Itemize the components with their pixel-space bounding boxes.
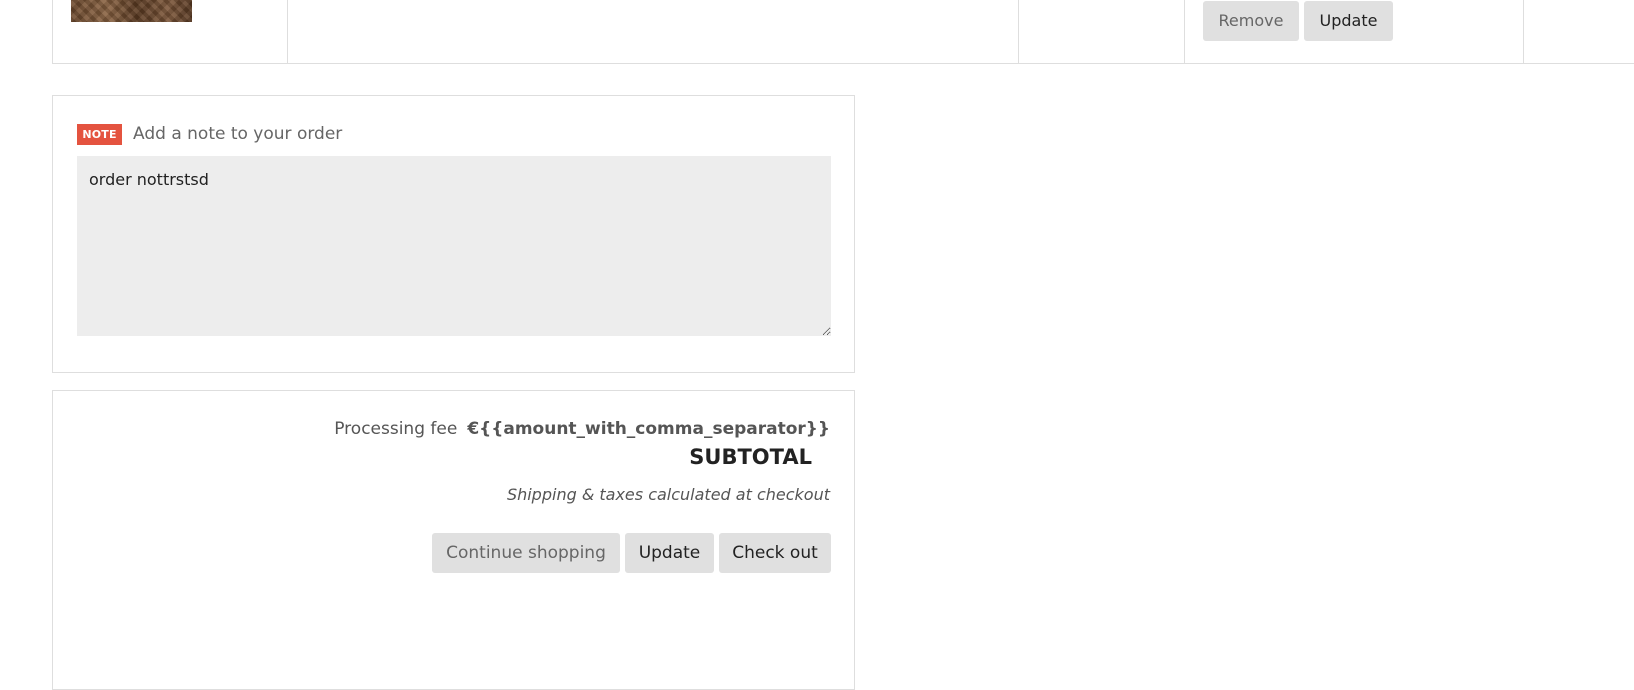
cart-row-divider	[1018, 0, 1019, 63]
update-cart-button[interactable]: Update	[625, 533, 714, 573]
processing-fee-value: €{{amount_with_comma_separator}}	[467, 419, 830, 439]
subtotal-label: SUBTOTAL	[689, 445, 812, 469]
remove-item-button[interactable]: Remove	[1203, 1, 1299, 41]
cart-row-divider	[1523, 0, 1524, 63]
product-thumbnail[interactable]	[71, 0, 192, 22]
order-note-section: NOTE Add a note to your order order nott…	[52, 95, 855, 373]
order-note-label: Add a note to your order	[133, 124, 343, 144]
order-note-textarea[interactable]: order nottrstsd	[77, 156, 831, 336]
cart-row-divider	[1184, 0, 1185, 63]
checkout-button[interactable]: Check out	[719, 533, 831, 573]
continue-shopping-button[interactable]: Continue shopping	[432, 533, 620, 573]
shipping-taxes-note: Shipping & taxes calculated at checkout	[506, 485, 830, 504]
cart-row-divider	[287, 0, 288, 63]
cart-line-item-row: Remove Update	[52, 0, 1634, 64]
processing-fee-line: Processing fee €{{amount_with_comma_separ…	[334, 417, 830, 441]
update-item-button[interactable]: Update	[1304, 1, 1393, 41]
note-badge: NOTE	[77, 124, 122, 145]
cart-totals-section: Processing fee €{{amount_with_comma_separ…	[52, 390, 855, 690]
processing-fee-label: Processing fee	[334, 419, 458, 439]
